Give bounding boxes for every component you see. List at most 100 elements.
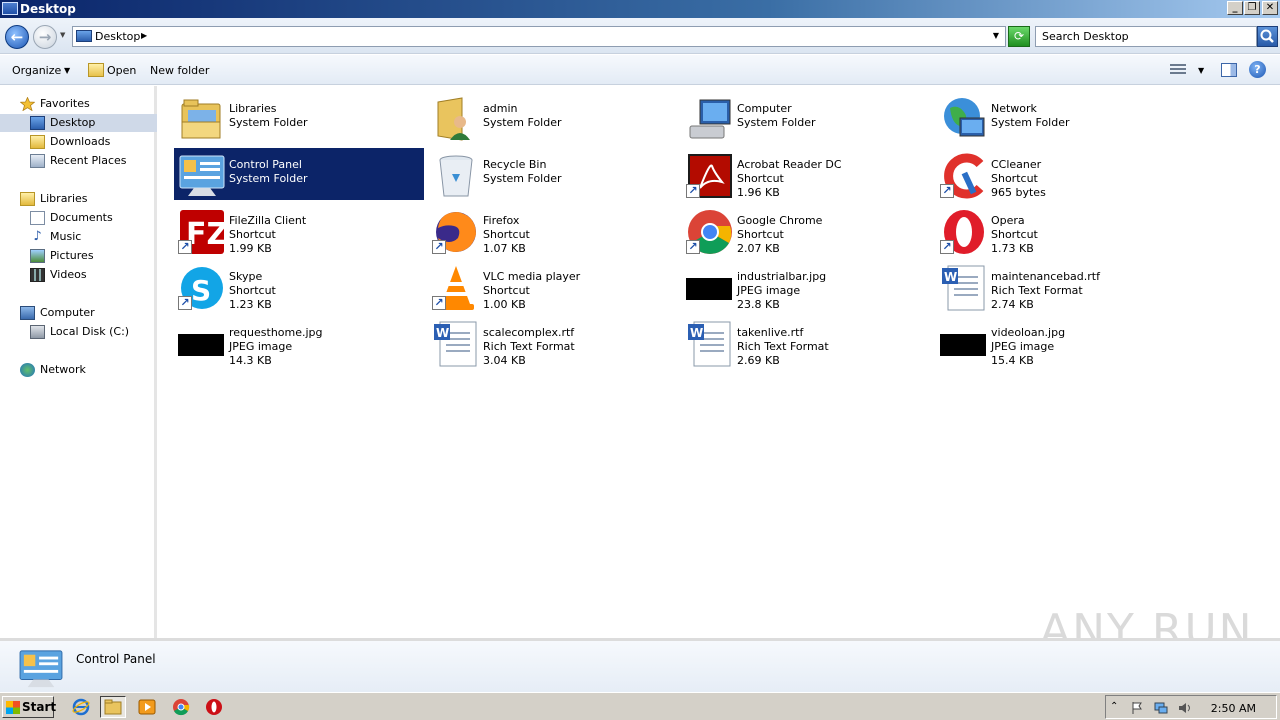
item-recycle-bin[interactable]: Recycle Bin System Folder [428,148,678,200]
item-opera[interactable]: ↗ Opera Shortcut 1.73 KB [936,204,1186,256]
address-history-dropdown-icon[interactable]: ▼ [993,31,999,40]
svg-text:W: W [944,270,957,284]
organize-button[interactable]: Organize [12,64,61,77]
breadcrumb-chevron-icon[interactable]: ▶ [141,31,147,40]
firefox-icon: ↗ [432,208,480,256]
network-tray-icon[interactable] [1154,701,1168,715]
address-field[interactable]: Desktop ▶ ▼ [72,26,1006,47]
item-videoloan-jpg[interactable]: videoloan.jpg JPEG image 15.4 KB [936,316,1186,368]
item-control-panel[interactable]: Control Panel System Folder [174,148,424,200]
control-panel-icon [178,152,226,200]
opera-taskbar-icon[interactable] [205,698,223,716]
close-button[interactable]: ✕ [1262,1,1278,15]
item-filezilla[interactable]: FZ ↗ FileZilla Client Shortcut 1.99 KB [174,204,424,256]
item-takenlive-rtf[interactable]: W takenlive.rtf Rich Text Format 2.69 KB [682,316,932,368]
computer-icon [20,306,35,320]
vlc-icon: ↗ [432,264,480,312]
action-center-flag-icon[interactable] [1130,701,1144,715]
rtf-document-icon: W [940,264,988,312]
desktop-location-icon [76,30,92,42]
item-vlc[interactable]: ↗ VLC media player Shortcut 1.00 KB [428,260,678,312]
windows-logo-icon [6,701,20,714]
desktop-icon [30,116,45,130]
skype-icon: S ↗ [178,264,226,312]
show-hidden-icons-icon[interactable]: ⌃ [1110,701,1124,715]
item-skype[interactable]: S ↗ Skype Shortcut 1.23 KB [174,260,424,312]
media-player-icon[interactable] [138,698,156,716]
local-disk-icon [30,325,45,339]
item-computer[interactable]: Computer System Folder [682,92,932,144]
item-ccleaner[interactable]: ↗ CCleaner Shortcut 965 bytes [936,148,1186,200]
item-acrobat-reader[interactable]: ↗ Acrobat Reader DC Shortcut 1.96 KB [682,148,932,200]
user-folder-icon [432,96,480,144]
svg-text:W: W [436,326,449,340]
recycle-bin-icon [432,152,480,200]
jpeg-thumbnail-icon [178,320,226,368]
shortcut-arrow-icon: ↗ [432,240,446,254]
jpeg-thumbnail-icon [686,264,734,312]
network-icon [940,96,988,144]
rtf-document-icon: W [686,320,734,368]
forward-button[interactable]: → [33,25,57,49]
selected-item-name: Control Panel [76,652,156,666]
chrome-icon: ↗ [686,208,734,256]
svg-text:FZ: FZ [186,217,226,252]
navigation-pane: Favorites Desktop Downloads Recent Place… [0,86,157,638]
chrome-taskbar-icon[interactable] [172,698,190,716]
start-button[interactable]: Start [2,696,56,718]
jpeg-thumbnail-icon [940,320,988,368]
address-bar-row: ← → ▼ Desktop ▶ ▼ ⟳ Search Desktop [0,18,1280,54]
organize-dropdown-icon[interactable]: ▼ [64,66,70,75]
downloads-folder-icon [30,135,45,149]
internet-explorer-icon[interactable] [72,698,90,716]
explorer-taskbar-icon[interactable] [100,696,126,718]
ccleaner-icon: ↗ [940,152,988,200]
search-input[interactable]: Search Desktop [1035,26,1257,47]
item-google-chrome[interactable]: ↗ Google Chrome Shortcut 2.07 KB [682,204,932,256]
item-maintenancebad-rtf[interactable]: W maintenancebad.rtf Rich Text Format 2.… [936,260,1186,312]
title-bar: Desktop _ ❐ ✕ [0,0,1280,18]
item-requesthome-jpg[interactable]: requesthome.jpg JPEG image 14.3 KB [174,316,424,368]
breadcrumb-desktop[interactable]: Desktop [95,30,140,43]
open-button[interactable]: Open [107,64,136,77]
shortcut-arrow-icon: ↗ [940,240,954,254]
network-icon [20,363,35,377]
window-title: Desktop [20,2,76,16]
pictures-icon [30,249,45,263]
filezilla-icon: FZ ↗ [178,208,228,256]
explorer-window-icon [2,2,18,15]
back-button[interactable]: ← [5,25,29,49]
open-folder-icon[interactable] [88,63,104,77]
videos-icon [30,268,45,282]
recent-pages-dropdown[interactable]: ▼ [60,31,65,39]
rtf-document-icon: W [432,320,480,368]
nav-desktop[interactable]: Desktop [0,114,157,132]
search-icon[interactable] [1257,26,1278,47]
change-view-icon[interactable] [1170,64,1186,76]
clock[interactable]: 2:50 AM [1211,702,1256,715]
music-icon: ♪ [33,229,42,244]
item-firefox[interactable]: ↗ Firefox Shortcut 1.07 KB [428,204,678,256]
item-network[interactable]: Network System Folder [936,92,1186,144]
volume-icon[interactable] [1178,701,1192,715]
item-industrialbar-jpg[interactable]: industrialbar.jpg JPEG image 23.8 KB [682,260,932,312]
new-folder-button[interactable]: New folder [150,64,209,77]
help-icon[interactable]: ? [1249,61,1266,78]
item-admin[interactable]: admin System Folder [428,92,678,144]
taskbar: Start ⌃ 2:50 AM [0,692,1280,720]
preview-pane-icon[interactable] [1221,63,1237,77]
shortcut-arrow-icon: ↗ [178,296,192,310]
shortcut-arrow-icon: ↗ [686,240,700,254]
minimize-button[interactable]: _ [1227,1,1243,15]
star-icon [19,96,36,112]
shortcut-arrow-icon: ↗ [686,184,700,198]
acrobat-icon: ↗ [686,152,734,200]
computer-icon [686,96,734,144]
refresh-button[interactable]: ⟳ [1008,26,1030,47]
svg-text:W: W [690,326,703,340]
item-scalecomplex-rtf[interactable]: W scalecomplex.rtf Rich Text Format 3.04… [428,316,678,368]
item-libraries[interactable]: Libraries System Folder [174,92,424,144]
opera-icon: ↗ [940,208,988,256]
restore-button[interactable]: ❐ [1244,1,1260,15]
view-options-dropdown-icon[interactable]: ▼ [1198,66,1204,75]
